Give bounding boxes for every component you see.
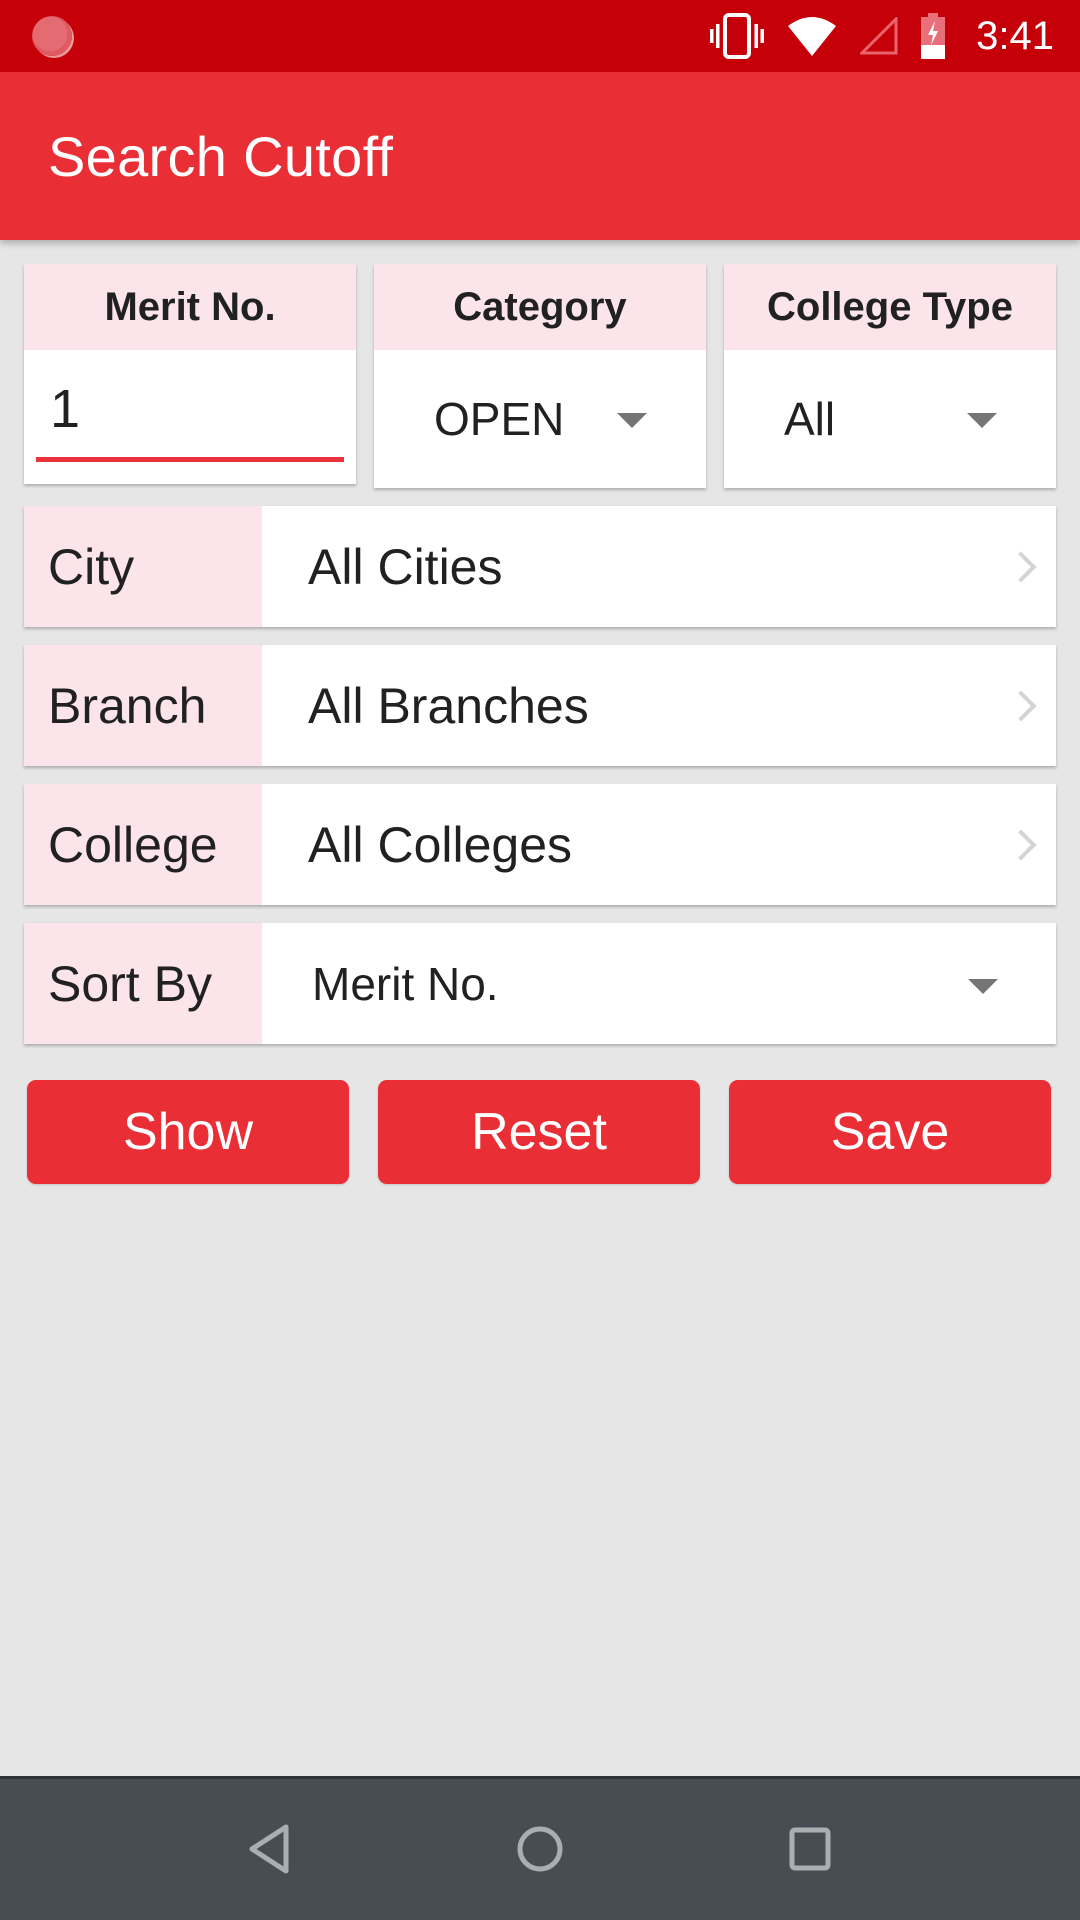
- college-type-dropdown[interactable]: College Type All: [724, 264, 1056, 488]
- home-icon: [515, 1824, 565, 1879]
- reset-button[interactable]: Reset: [378, 1080, 700, 1184]
- sort-by-row[interactable]: Sort By Merit No.: [24, 923, 1056, 1044]
- recent-apps-button[interactable]: [768, 1809, 852, 1893]
- city-value: All Cities: [308, 538, 503, 595]
- city-label: City: [24, 506, 262, 627]
- back-button[interactable]: [228, 1809, 312, 1893]
- clock: 3:41: [976, 13, 1054, 58]
- sort-by-value: Merit No.: [312, 957, 499, 1010]
- chevron-right-icon: [1005, 828, 1037, 861]
- merit-card: Merit No.: [24, 264, 356, 484]
- branch-label: Branch: [24, 645, 262, 766]
- college-label: College: [24, 784, 262, 905]
- merit-label: Merit No.: [24, 264, 356, 350]
- save-button[interactable]: Save: [729, 1080, 1051, 1184]
- college-type-label: College Type: [724, 264, 1056, 350]
- dropdown-arrow-icon: [617, 413, 647, 428]
- branch-value: All Branches: [308, 677, 589, 734]
- branch-row[interactable]: Branch All Branches: [24, 645, 1056, 766]
- chevron-right-icon: [1005, 689, 1037, 722]
- navigation-bar: [0, 1776, 1080, 1920]
- chevron-right-icon: [1005, 550, 1037, 583]
- app-notification-icon: [32, 16, 72, 56]
- city-row[interactable]: City All Cities: [24, 506, 1056, 627]
- battery-charging-icon: [920, 13, 946, 59]
- vibrate-icon: [710, 13, 765, 59]
- back-icon: [248, 1824, 292, 1879]
- category-label: Category: [374, 264, 706, 350]
- college-type-value: All: [784, 393, 836, 445]
- page-title: Search Cutoff: [48, 125, 394, 188]
- merit-input-underline: [36, 457, 344, 462]
- status-bar: 3:41: [0, 0, 1080, 72]
- college-value: All Colleges: [308, 816, 573, 873]
- home-button[interactable]: [498, 1809, 582, 1893]
- dropdown-arrow-icon: [968, 979, 998, 994]
- college-row[interactable]: College All Colleges: [24, 784, 1056, 905]
- cell-signal-icon: [860, 17, 898, 55]
- status-icons: 3:41: [710, 0, 1054, 72]
- merit-input[interactable]: [50, 378, 330, 440]
- dropdown-arrow-icon: [967, 413, 997, 428]
- category-value: OPEN: [434, 393, 565, 445]
- show-button[interactable]: Show: [27, 1080, 349, 1184]
- wifi-icon: [786, 14, 838, 58]
- sort-by-label: Sort By: [24, 923, 262, 1044]
- category-dropdown[interactable]: Category OPEN: [374, 264, 706, 488]
- recent-apps-icon: [788, 1826, 832, 1877]
- app-bar: Search Cutoff: [0, 72, 1080, 240]
